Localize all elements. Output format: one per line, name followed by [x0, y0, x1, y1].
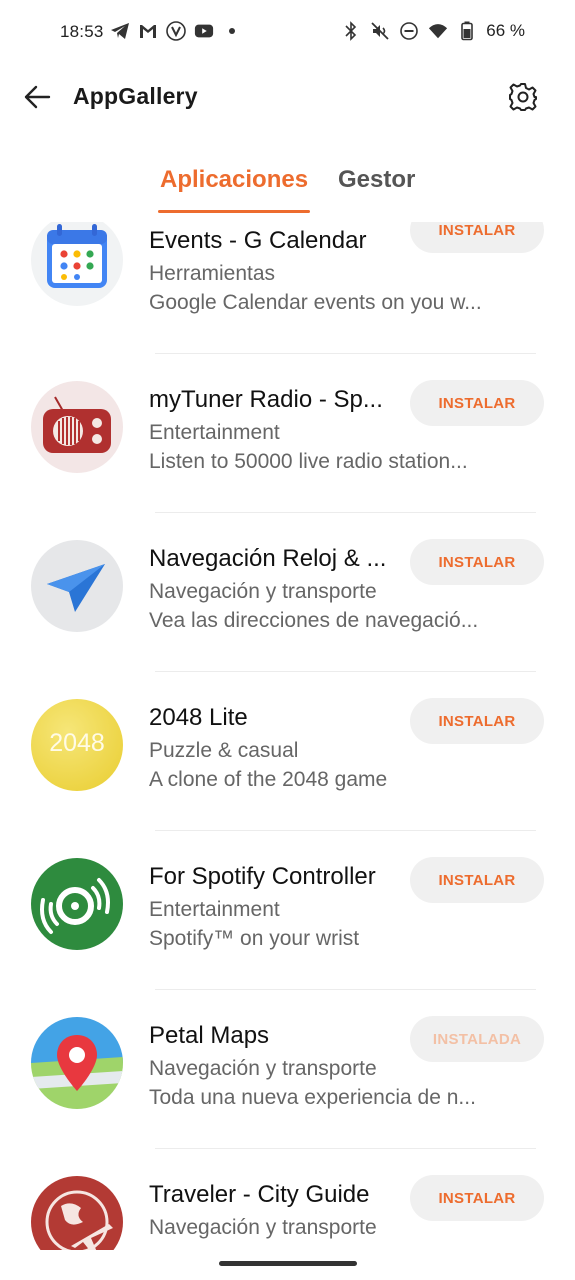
- app-category: Navegación y transporte: [149, 1216, 377, 1239]
- youtube-icon: [194, 20, 214, 42]
- app-header: AppGallery: [0, 70, 575, 124]
- active-tab-indicator: [158, 210, 310, 213]
- bluetooth-icon: [341, 20, 361, 42]
- list-item[interactable]: Navegación Reloj & ... Navegación y tran…: [0, 527, 575, 686]
- tab-aplicaciones[interactable]: Aplicaciones: [160, 166, 308, 194]
- battery-icon: [457, 20, 477, 42]
- gmail-icon: [138, 20, 158, 42]
- divider: [155, 989, 536, 990]
- status-notification-icons: [110, 20, 242, 42]
- list-item[interactable]: Events - G Calendar Herramientas Google …: [0, 222, 575, 368]
- app-name: myTuner Radio - Sp...: [149, 386, 383, 413]
- status-time: 18:53: [60, 22, 104, 41]
- globe-plane-icon: [31, 1176, 123, 1250]
- telegram-icon: [110, 20, 130, 42]
- app-name: Petal Maps: [149, 1022, 270, 1049]
- list-item[interactable]: Petal Maps Navegación y transporte Toda …: [0, 1004, 575, 1163]
- app-description: Toda una nueva experiencia de n...: [149, 1086, 476, 1109]
- divider: [155, 353, 536, 354]
- app-description: Listen to 50000 live radio station...: [149, 450, 468, 473]
- navigation-arrow-icon: [31, 540, 123, 632]
- tab-gestor[interactable]: Gestor: [338, 166, 415, 194]
- install-button[interactable]: INSTALAR: [410, 222, 544, 253]
- app-description: Spotify™ on your wrist: [149, 927, 360, 950]
- install-button[interactable]: INSTALAR: [410, 1175, 544, 1221]
- divider: [155, 830, 536, 831]
- icon-label: 2048: [49, 729, 105, 757]
- installed-button[interactable]: INSTALADA: [410, 1016, 544, 1062]
- app-name: Traveler - City Guide: [149, 1181, 370, 1208]
- app-name: Navegación Reloj & ...: [149, 545, 387, 572]
- app-category: Entertainment: [149, 421, 280, 444]
- settings-button[interactable]: [506, 80, 540, 114]
- divider: [155, 1148, 536, 1149]
- list-item[interactable]: 2048 2048 Lite Puzzle & casual A clone o…: [0, 686, 575, 845]
- back-button[interactable]: [20, 80, 54, 114]
- install-button[interactable]: INSTALAR: [410, 380, 544, 426]
- gear-icon: [509, 83, 537, 111]
- game-2048-icon: 2048: [31, 699, 123, 791]
- dot-icon: [222, 20, 242, 42]
- list-item[interactable]: myTuner Radio - Sp... Entertainment List…: [0, 368, 575, 527]
- install-button[interactable]: INSTALAR: [410, 698, 544, 744]
- dnd-icon: [399, 20, 419, 42]
- spotify-disc-icon: [31, 858, 123, 950]
- app-name: For Spotify Controller: [149, 863, 376, 890]
- divider: [155, 512, 536, 513]
- app-description: A clone of the 2048 game: [149, 768, 388, 791]
- app-name: 2048 Lite: [149, 704, 248, 731]
- status-system-icons: 66 %: [341, 20, 525, 42]
- wifi-icon: [428, 20, 448, 42]
- app-category: Navegación y transporte: [149, 580, 377, 603]
- calendar-icon: [31, 222, 123, 306]
- status-bar: 18:53 66 %: [0, 0, 575, 64]
- app-description: Vea las direcciones de navegació...: [149, 609, 479, 632]
- app-name: Events - G Calendar: [149, 227, 367, 254]
- app-category: Puzzle & casual: [149, 739, 299, 762]
- app-category: Entertainment: [149, 898, 280, 921]
- map-pin-icon: [31, 1017, 123, 1109]
- vivaldi-icon: [166, 20, 186, 42]
- install-button[interactable]: INSTALAR: [410, 539, 544, 585]
- radio-icon: [31, 381, 123, 473]
- battery-percentage: 66 %: [486, 21, 525, 40]
- app-category: Herramientas: [149, 262, 276, 285]
- divider: [155, 671, 536, 672]
- mute-icon: [370, 20, 390, 42]
- app-list[interactable]: Events - G Calendar Herramientas Google …: [0, 222, 575, 1250]
- list-item[interactable]: Traveler - City Guide Navegación y trans…: [0, 1163, 575, 1250]
- app-description: Google Calendar events on you w...: [149, 291, 482, 314]
- arrow-left-icon: [24, 85, 51, 109]
- page-title: AppGallery: [73, 83, 198, 109]
- home-indicator[interactable]: [219, 1261, 357, 1266]
- tab-bar: Aplicaciones Gestor: [0, 160, 575, 220]
- list-item[interactable]: For Spotify Controller Entertainment Spo…: [0, 845, 575, 1004]
- install-button[interactable]: INSTALAR: [410, 857, 544, 903]
- app-category: Navegación y transporte: [149, 1057, 377, 1080]
